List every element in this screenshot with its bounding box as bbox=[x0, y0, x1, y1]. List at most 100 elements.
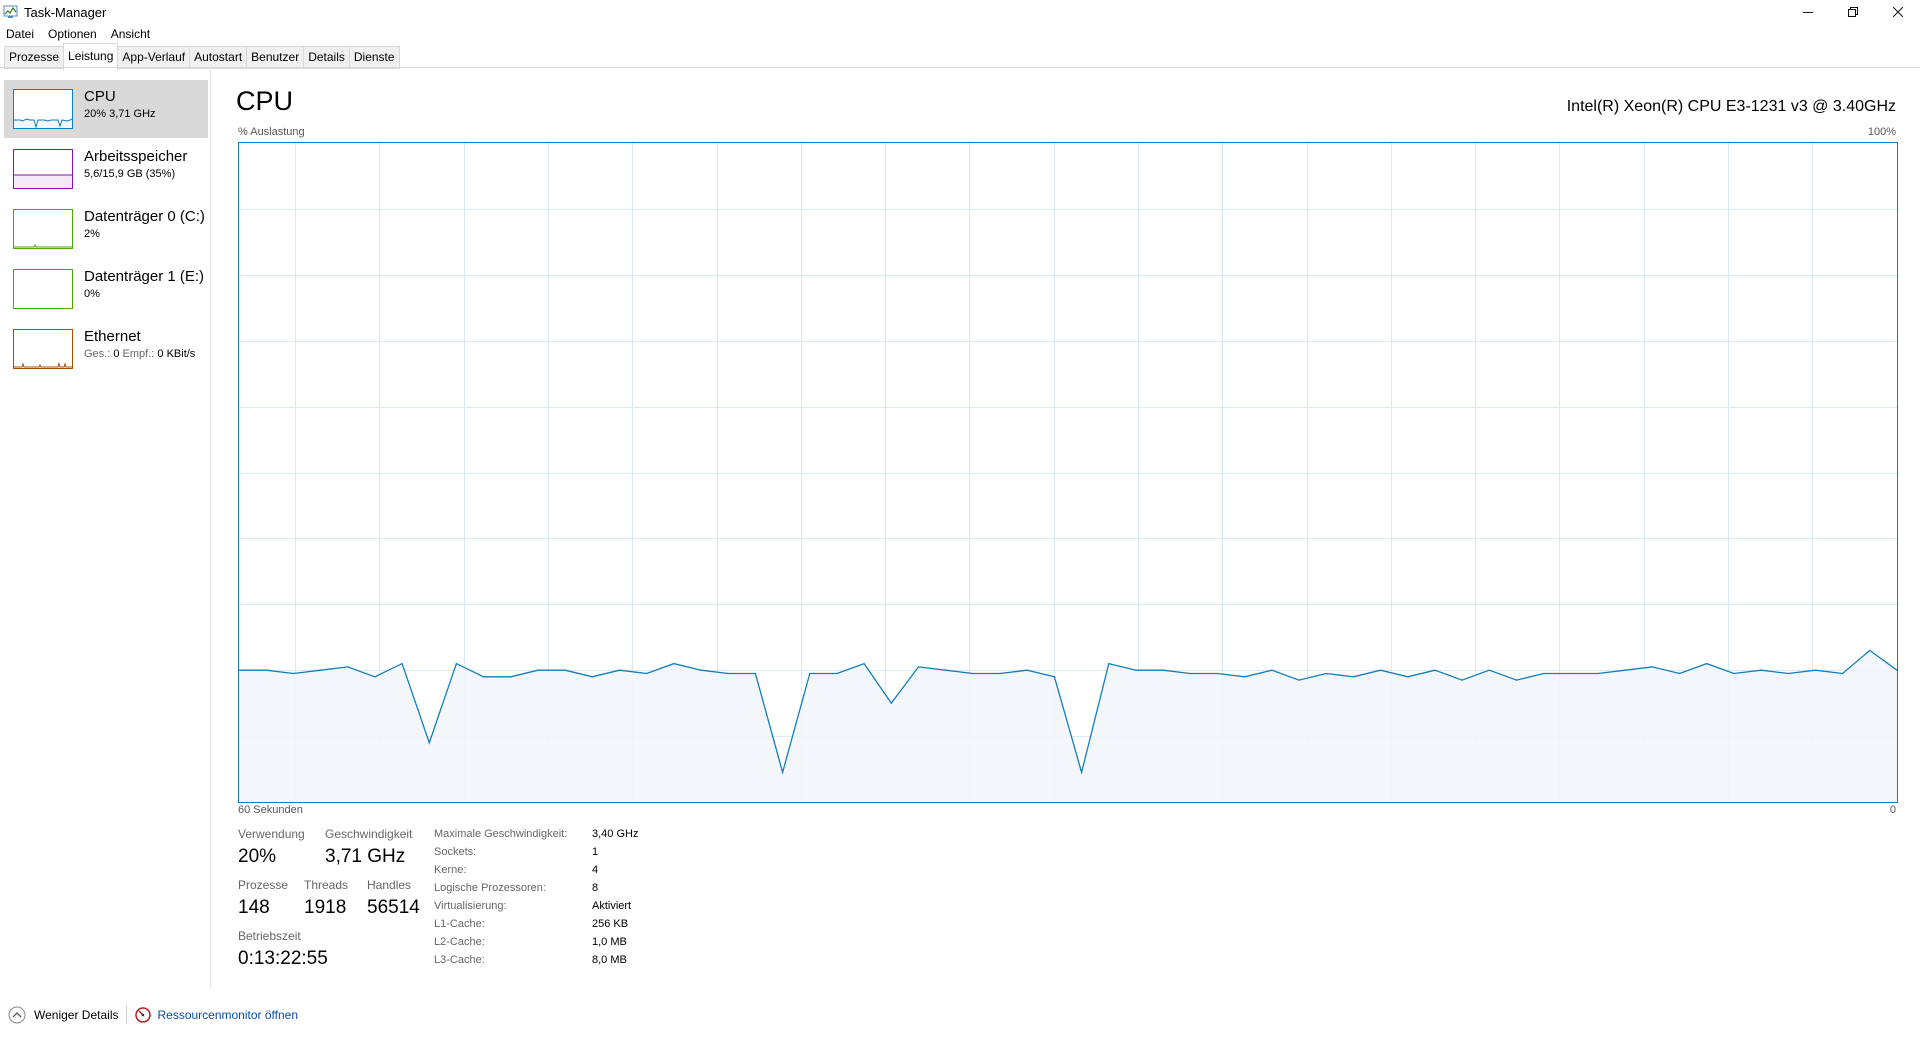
betriebszeit-value: 0:13:22:55 bbox=[238, 948, 328, 969]
cpu-usage-point bbox=[1081, 771, 1083, 773]
disk-0-thumbnail-graph bbox=[13, 209, 73, 249]
handles-label: Handles bbox=[367, 878, 412, 892]
cpu-usage-point bbox=[1651, 666, 1653, 668]
detail-value: 4 bbox=[592, 864, 599, 876]
sidebar-item-label: Datenträger 1 (E:) bbox=[84, 268, 205, 285]
cpu-usage-point bbox=[510, 676, 512, 678]
betriebszeit-label: Betriebszeit bbox=[238, 929, 301, 943]
sidebar-item-datentraeger-1[interactable]: Datenträger 1 (E:) 0% bbox=[4, 260, 208, 318]
menu-bar: Datei Optionen Ansicht bbox=[0, 24, 158, 44]
cpu-usage-point bbox=[727, 672, 729, 675]
tab-strip: Prozesse Leistung App-Verlauf Autostart … bbox=[4, 43, 400, 71]
tab-app-verlauf[interactable]: App-Verlauf bbox=[117, 46, 191, 69]
handles-value: 56514 bbox=[367, 897, 420, 918]
detail-label: L1-Cache: bbox=[434, 918, 485, 930]
cpu-usage-point bbox=[1706, 663, 1708, 665]
close-button[interactable] bbox=[1875, 0, 1920, 24]
graph-y-max-label: 100% bbox=[1867, 126, 1896, 138]
sidebar-item-datentraeger-0[interactable]: Datenträger 0 (C:) 2% bbox=[4, 200, 208, 258]
sidebar-item-sub: 2% bbox=[84, 228, 100, 240]
sidebar-item-label: Ethernet bbox=[84, 328, 141, 345]
detail-value: 3,40 GHz bbox=[592, 828, 639, 840]
memory-thumbnail-graph bbox=[13, 149, 73, 189]
resource-monitor-link[interactable]: Ressourcenmonitor öffnen bbox=[135, 1007, 298, 1023]
fewer-details-button[interactable]: Weniger Details bbox=[8, 1006, 118, 1024]
title-bar: Task-Manager bbox=[0, 0, 1920, 24]
cpu-usage-point bbox=[1108, 663, 1110, 665]
tab-details[interactable]: Details bbox=[303, 46, 350, 69]
cpu-usage-point bbox=[1814, 669, 1817, 671]
geschwindigkeit-value: 3,71 GHz bbox=[325, 846, 406, 867]
cpu-usage-point bbox=[1352, 676, 1354, 678]
cpu-model-name: Intel(R) Xeon(R) CPU E3-1231 v3 @ 3.40GH… bbox=[1566, 98, 1896, 115]
task-manager-icon bbox=[3, 4, 19, 20]
graph-x-right-label: 0 bbox=[1889, 804, 1896, 816]
cpu-usage-graph bbox=[238, 142, 1898, 803]
prozesse-value: 148 bbox=[238, 897, 270, 918]
footer-bar: Weniger Details Ressourcenmonitor öffnen bbox=[0, 1000, 1920, 1030]
resource-monitor-label: Ressourcenmonitor öffnen bbox=[157, 1008, 299, 1022]
sidebar-item-cpu[interactable]: CPU 20% 3,71 GHz bbox=[4, 80, 208, 138]
detail-value: 256 KB bbox=[592, 918, 629, 930]
ethernet-receive-label: Empf.: bbox=[122, 348, 155, 360]
graph-y-label: % Auslastung bbox=[238, 126, 305, 138]
cpu-usage-point bbox=[1679, 672, 1681, 675]
cpu-usage-point bbox=[1026, 669, 1028, 671]
cpu-usage-point bbox=[1053, 676, 1055, 678]
cpu-usage-point bbox=[1189, 672, 1191, 675]
menu-optionen[interactable]: Optionen bbox=[42, 27, 103, 41]
cpu-usage-point bbox=[564, 669, 566, 671]
detail-value: Aktiviert bbox=[592, 900, 632, 912]
cpu-usage-point bbox=[455, 663, 457, 665]
minimize-icon bbox=[1802, 12, 1813, 13]
detail-label: Kerne: bbox=[434, 864, 467, 876]
cpu-usage-point bbox=[428, 742, 430, 744]
cpu-usage-point bbox=[890, 702, 892, 704]
cpu-usage-point bbox=[1543, 672, 1545, 675]
cpu-usage-point bbox=[265, 669, 267, 671]
cpu-usage-point bbox=[972, 672, 974, 675]
cpu-usage-point bbox=[1135, 669, 1137, 671]
tab-dienste[interactable]: Dienste bbox=[348, 46, 400, 69]
ethernet-receive-value: 0 KBit/s bbox=[157, 348, 196, 360]
threads-value: 1918 bbox=[304, 897, 347, 918]
footer-separator bbox=[126, 1006, 128, 1024]
sidebar-item-sub: 0% bbox=[84, 288, 100, 300]
restore-button[interactable] bbox=[1830, 0, 1875, 24]
cpu-usage-point bbox=[591, 676, 593, 678]
tab-benutzer[interactable]: Benutzer bbox=[246, 46, 305, 69]
cpu-usage-point bbox=[1162, 669, 1164, 671]
tab-autostart[interactable]: Autostart bbox=[189, 46, 248, 69]
resource-monitor-icon bbox=[135, 1007, 152, 1023]
sidebar-item-sub: 5,6/15,9 GB (35%) bbox=[84, 168, 176, 180]
cpu-usage-point bbox=[754, 672, 757, 675]
sidebar-item-ethernet[interactable]: Ethernet Ges.: 0 Empf.: 0 KBit/s bbox=[4, 320, 208, 378]
cpu-usage-point bbox=[863, 663, 865, 665]
ethernet-thumbnail-graph bbox=[13, 329, 73, 369]
cpu-usage-point bbox=[700, 669, 702, 671]
cpu-usage-point bbox=[1298, 679, 1300, 681]
sidebar-item-label: Arbeitsspeicher bbox=[84, 148, 188, 165]
cpu-usage-point bbox=[319, 669, 322, 671]
cpu-usage-point bbox=[347, 666, 349, 668]
prozesse-label: Prozesse bbox=[238, 878, 289, 892]
resource-sidebar: CPU 20% 3,71 GHz Arbeitsspeicher 5,6/15,… bbox=[0, 68, 211, 988]
ethernet-send-value: 0 bbox=[113, 348, 120, 360]
cpu-usage-point bbox=[1216, 672, 1219, 675]
page-title: CPU bbox=[236, 86, 294, 116]
cpu-usage-point bbox=[673, 663, 675, 665]
ethernet-send-label: Ges.: bbox=[84, 348, 111, 360]
sidebar-item-arbeitsspeicher[interactable]: Arbeitsspeicher 5,6/15,9 GB (35%) bbox=[4, 140, 208, 198]
threads-label: Threads bbox=[304, 878, 349, 892]
detail-value: 8,0 MB bbox=[592, 954, 627, 966]
cpu-usage-point bbox=[1760, 669, 1762, 671]
cpu-usage-point bbox=[618, 669, 621, 671]
menu-ansicht[interactable]: Ansicht bbox=[105, 27, 156, 41]
cpu-usage-point bbox=[1434, 669, 1436, 671]
minimize-button[interactable] bbox=[1785, 0, 1830, 24]
tab-prozesse[interactable]: Prozesse bbox=[4, 46, 65, 69]
cpu-usage-point bbox=[1597, 672, 1599, 675]
menu-datei[interactable]: Datei bbox=[0, 27, 40, 41]
cpu-usage-point bbox=[1624, 669, 1626, 671]
cpu-usage-point bbox=[1380, 669, 1382, 671]
